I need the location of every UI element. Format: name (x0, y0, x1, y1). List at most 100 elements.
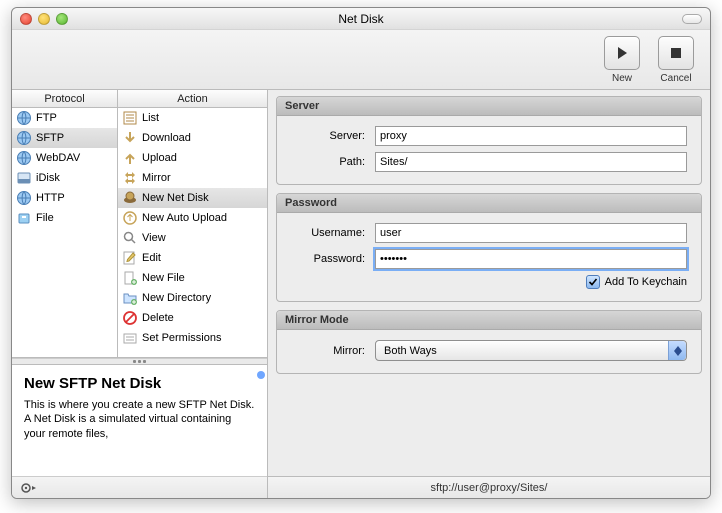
globe-icon (16, 150, 32, 166)
action-item-label: New Directory (142, 292, 211, 304)
server-input[interactable] (375, 126, 687, 146)
list-icon (122, 110, 138, 126)
protocol-item[interactable]: WebDAV (12, 148, 117, 168)
protocol-item[interactable]: FTP (12, 108, 117, 128)
protocol-item[interactable]: SFTP (12, 128, 117, 148)
toolbar-toggle-button[interactable] (682, 14, 702, 24)
protocol-item-label: FTP (36, 112, 57, 124)
protocol-item-label: SFTP (36, 132, 64, 144)
protocol-item-label: WebDAV (36, 152, 80, 164)
download-icon (122, 130, 138, 146)
action-item-label: List (142, 112, 159, 124)
action-item-label: New File (142, 272, 185, 284)
cancel-button-label: Cancel (660, 73, 691, 84)
action-item[interactable]: Download (118, 128, 267, 148)
play-icon (615, 46, 629, 60)
toolbar-item-cancel: Cancel (652, 36, 700, 84)
description-pane: New SFTP Net Disk This is where you crea… (12, 364, 267, 476)
protocol-column: Protocol FTP SFTP WebDAV iDisk HTTP File (12, 90, 118, 357)
password-group: Password Username: Password: (276, 193, 702, 302)
keychain-row: Add To Keychain (291, 275, 687, 289)
action-item-label: Upload (142, 152, 177, 164)
close-window-button[interactable] (20, 13, 32, 25)
keychain-label: Add To Keychain (605, 276, 687, 288)
action-item[interactable]: New Auto Upload (118, 208, 267, 228)
action-item[interactable]: Delete (118, 308, 267, 328)
action-item[interactable]: Upload (118, 148, 267, 168)
action-item-label: Mirror (142, 172, 171, 184)
action-list: List Download Upload Mirror New Net Disk New … (118, 108, 267, 357)
action-item[interactable]: Mirror (118, 168, 267, 188)
action-item[interactable]: View (118, 228, 267, 248)
path-label: Path: (291, 156, 375, 168)
protocol-item-label: File (36, 212, 54, 224)
upload-icon (122, 150, 138, 166)
toolbar: New Cancel (12, 30, 710, 90)
content-area: Protocol FTP SFTP WebDAV iDisk HTTP File Acti… (12, 90, 710, 498)
scroll-indicator (257, 371, 265, 379)
permissions-icon (122, 330, 138, 346)
titlebar: Net Disk (12, 8, 710, 30)
password-input[interactable] (375, 249, 687, 269)
protocol-item[interactable]: HTTP (12, 188, 117, 208)
select-arrows-icon (668, 341, 686, 360)
action-item-label: View (142, 232, 166, 244)
password-label: Password: (291, 253, 375, 265)
globe-icon (16, 130, 32, 146)
action-item[interactable]: New Directory (118, 288, 267, 308)
gear-menu-button[interactable] (18, 480, 40, 496)
action-item[interactable]: Set Permissions (118, 328, 267, 348)
server-group: Server Server: Path: (276, 96, 702, 185)
traffic-lights (20, 13, 68, 25)
app-window: Net Disk New Cancel Protocol FTP SFTP WebD… (11, 7, 711, 499)
checkmark-icon (588, 277, 598, 287)
protocol-item[interactable]: File (12, 208, 117, 228)
netdisk-icon (122, 190, 138, 206)
protocol-item[interactable]: iDisk (12, 168, 117, 188)
username-label: Username: (291, 227, 375, 239)
action-item[interactable]: List (118, 108, 267, 128)
action-item[interactable]: New Net Disk (118, 188, 267, 208)
action-item[interactable]: Edit (118, 248, 267, 268)
action-item[interactable]: New File (118, 268, 267, 288)
autoupload-icon (122, 210, 138, 226)
protocol-header[interactable]: Protocol (12, 90, 117, 108)
left-pane: Protocol FTP SFTP WebDAV iDisk HTTP File Acti… (12, 90, 268, 498)
zoom-window-button[interactable] (56, 13, 68, 25)
mirror-group-title: Mirror Mode (277, 311, 701, 330)
globe-icon (16, 190, 32, 206)
mirror-select-value: Both Ways (384, 345, 437, 357)
new-button[interactable] (604, 36, 640, 70)
file-icon (16, 210, 32, 226)
action-column: Action List Download Upload Mirror New Net D… (118, 90, 267, 357)
mirror-select[interactable]: Both Ways (375, 340, 687, 361)
password-group-title: Password (277, 194, 701, 213)
stop-icon (670, 47, 682, 59)
username-input[interactable] (375, 223, 687, 243)
form-area: Server Server: Path: Password (268, 90, 710, 476)
form-pane: Server Server: Path: Password (268, 90, 710, 498)
status-bar: sftp://user@proxy/Sites/ (268, 476, 710, 498)
action-item-label: New Net Disk (142, 192, 209, 204)
description-title: New SFTP Net Disk (24, 375, 255, 392)
newfile-icon (122, 270, 138, 286)
lists-container: Protocol FTP SFTP WebDAV iDisk HTTP File Acti… (12, 90, 267, 358)
cancel-button[interactable] (658, 36, 694, 70)
edit-icon (122, 250, 138, 266)
globe-icon (16, 110, 32, 126)
path-input[interactable] (375, 152, 687, 172)
action-header[interactable]: Action (118, 90, 267, 108)
toolbar-item-new: New (598, 36, 646, 84)
mirror-group: Mirror Mode Mirror: Both Ways (276, 310, 702, 374)
bottom-bar (12, 476, 267, 498)
new-button-label: New (612, 73, 632, 84)
minimize-window-button[interactable] (38, 13, 50, 25)
newdir-icon (122, 290, 138, 306)
server-label: Server: (291, 130, 375, 142)
status-text: sftp://user@proxy/Sites/ (431, 482, 548, 494)
mirror-icon (122, 170, 138, 186)
protocol-list: FTP SFTP WebDAV iDisk HTTP File (12, 108, 117, 357)
gear-icon (21, 482, 37, 494)
protocol-item-label: HTTP (36, 192, 65, 204)
keychain-checkbox[interactable] (586, 275, 600, 289)
